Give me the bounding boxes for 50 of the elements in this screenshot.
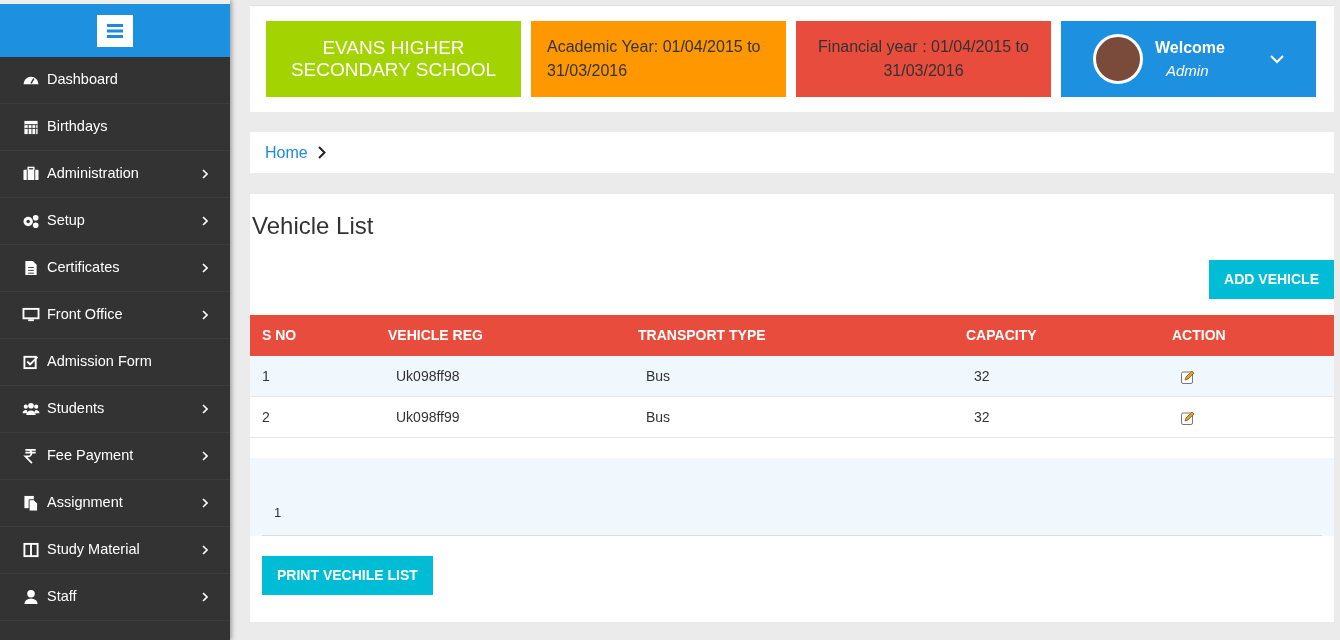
column-header: CAPACITY <box>954 314 1160 356</box>
academic-year: Academic Year: 01/04/2015 to 31/03/2016 <box>531 21 786 97</box>
sidebar-item[interactable]: Certificates <box>0 245 230 292</box>
calendar-icon <box>22 119 40 135</box>
avatar <box>1093 34 1143 84</box>
copy-icon <box>22 495 40 511</box>
edit-icon[interactable] <box>1180 368 1196 385</box>
briefcase-icon <box>22 166 40 182</box>
sidebar-item[interactable]: Fee Payment <box>0 433 230 480</box>
edit-icon[interactable] <box>1180 410 1196 427</box>
menu-button[interactable] <box>97 14 133 47</box>
table-cell: 2 <box>262 408 270 425</box>
user-icon <box>22 589 40 605</box>
sidebar-item[interactable]: Front Office <box>0 292 230 339</box>
sidebar-item[interactable]: Administration <box>0 151 230 198</box>
table-cell-text: Bus <box>645 367 671 384</box>
sidebar-item[interactable]: Setup <box>0 198 230 245</box>
column-header: VEHICLE REG <box>376 314 626 356</box>
table-cell-text: 32 <box>973 367 990 384</box>
sidebar-item[interactable]: Students <box>0 386 230 433</box>
table-cell: 1 <box>262 367 270 384</box>
chevron-right-icon <box>317 146 326 159</box>
menu-icon <box>107 23 123 38</box>
sidebar-item[interactable]: Assignment <box>0 480 230 527</box>
chevron-down-icon <box>1270 54 1284 64</box>
welcome-text: Welcome <box>1155 37 1226 58</box>
sidebar-item[interactable]: Staff <box>0 574 230 621</box>
column-header: ACTION <box>1160 314 1334 356</box>
column-header: TRANSPORT TYPE <box>626 314 954 356</box>
table-cell-text: 32 <box>973 408 990 425</box>
page-link[interactable]: 1 <box>262 505 294 521</box>
checkbox-icon <box>22 354 40 370</box>
sidebar-item[interactable]: Admission Form <box>0 339 230 386</box>
columns-icon <box>22 542 40 558</box>
column-header: S NO <box>250 314 376 356</box>
breadcrumb-link[interactable]: Home <box>265 140 308 165</box>
table-cell-text: Bus <box>645 408 671 425</box>
table-cell-text: Uk098ff99 <box>395 408 460 425</box>
document-icon <box>22 260 40 276</box>
school-name: EVANS HIGHER SECONDARY SCHOOL <box>266 21 521 97</box>
users-icon <box>22 401 40 417</box>
sidebar-item[interactable]: Dashboard <box>0 57 230 104</box>
gears-icon <box>22 213 40 229</box>
sidebar-item[interactable]: Study Material <box>0 527 230 574</box>
table-cell-text: Uk098ff98 <box>395 367 460 384</box>
page-title: Vehicle List <box>251 211 375 241</box>
sidebar-item[interactable]: Birthdays <box>0 104 230 151</box>
monitor-icon <box>22 307 40 323</box>
financial-year: Financial year : 01/04/2015 to 31/03/2016 <box>796 21 1051 97</box>
user-name: Admin <box>1164 60 1210 81</box>
